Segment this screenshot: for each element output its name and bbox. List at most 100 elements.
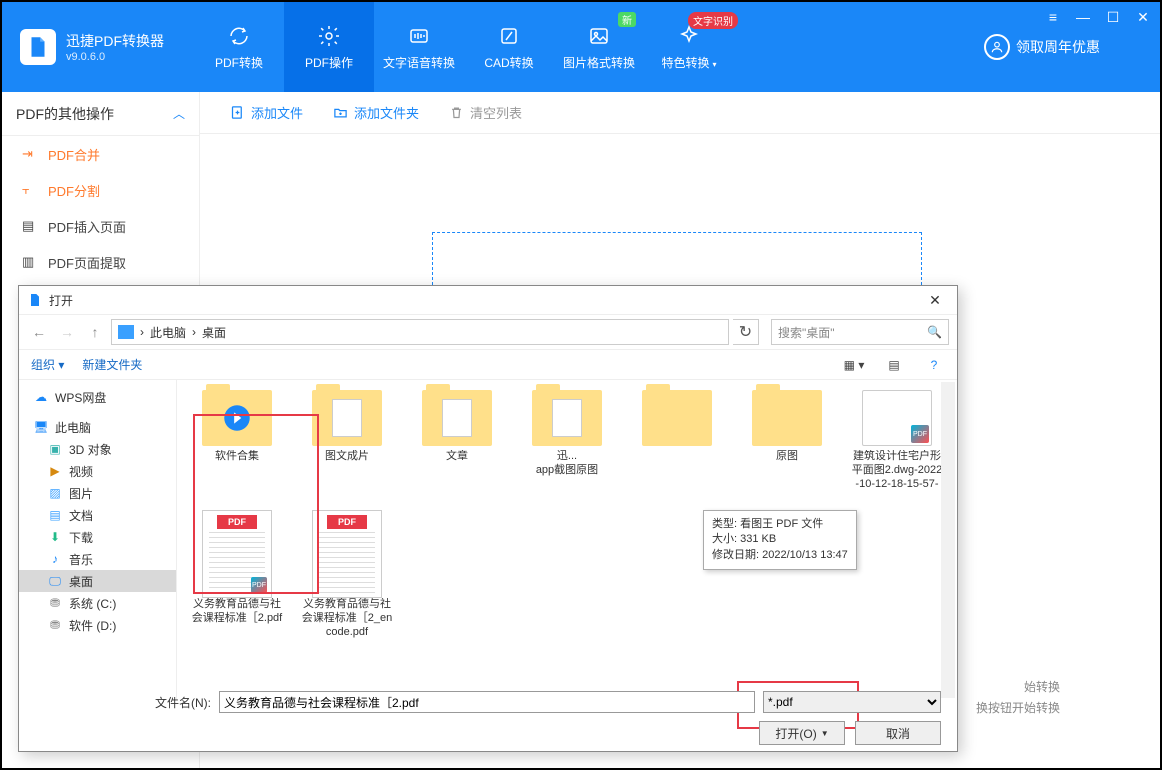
path-box[interactable]: ›此电脑›桌面 (111, 319, 729, 345)
filename-label: 文件名(N): (155, 694, 211, 711)
nav-back-button[interactable]: ← (27, 320, 51, 344)
pc-icon (118, 325, 134, 339)
tree-wps[interactable]: ☁WPS网盘 (19, 386, 176, 408)
file-item[interactable]: PDF建筑设计住宅户形平面图2.dwg-2022-10-12-18-15-57-… (847, 386, 947, 496)
insert-icon: ▤ (22, 218, 38, 234)
sidebar-item-split[interactable]: ⫟PDF分割 (2, 172, 199, 208)
cad-icon (497, 24, 521, 48)
split-icon: ⫟ (22, 182, 38, 198)
cube-icon: ▣ (47, 442, 63, 456)
nav-up-button[interactable]: ↑ (83, 320, 107, 344)
audio-icon (407, 24, 431, 48)
pc-icon: 🖥 (33, 420, 49, 434)
open-button[interactable]: 打开(O) ▼ (759, 721, 845, 745)
sidebar-item-insert[interactable]: ▤PDF插入页面 (2, 208, 199, 244)
file-icon: PDF (862, 390, 932, 446)
pdf-icon: PDFPDF (202, 510, 272, 598)
file-item-selected[interactable]: PDFPDF 义务教育品德与社会课程标准［2.pdf (187, 506, 287, 643)
add-folder-button[interactable]: 添加文件夹 (333, 103, 419, 122)
tab-pdf-convert[interactable]: PDF转换 (194, 2, 284, 92)
dialog-close-button[interactable]: ✕ (921, 286, 949, 314)
folder-item[interactable]: 软件合集 (187, 386, 287, 496)
tree-dl[interactable]: ⬇下载 (19, 526, 176, 548)
extract-icon: ▥ (22, 254, 38, 270)
main-tabs: PDF转换 PDF操作 文字语音转换 CAD转换 新 图片格式转换 文字识别 特… (194, 2, 734, 92)
refresh-button[interactable]: ↻ (733, 319, 759, 345)
folder-icon (532, 390, 602, 446)
folder-icon (752, 390, 822, 446)
add-file-button[interactable]: 添加文件 (230, 103, 303, 122)
tree-video[interactable]: ▶视频 (19, 460, 176, 482)
file-open-dialog: 打开 ✕ ← → ↑ ›此电脑›桌面 ↻ 搜索"桌面" 🔍 组织 ▾ 新建文件夹… (18, 285, 958, 752)
badge-new: 新 (618, 12, 636, 27)
folder-tree: ☁WPS网盘 🖥此电脑 ▣3D 对象 ▶视频 ▨图片 ▤文档 ⬇下载 ♪音乐 🖵… (19, 380, 177, 700)
badge-ocr: 文字识别 (688, 12, 738, 29)
video-icon: ▶ (47, 464, 63, 478)
app-logo (20, 29, 56, 65)
file-toolbar: 添加文件 添加文件夹 清空列表 (200, 92, 1160, 134)
tree-pic[interactable]: ▨图片 (19, 482, 176, 504)
folder-item[interactable]: 图文成片 (297, 386, 397, 496)
search-input[interactable]: 搜索"桌面" 🔍 (771, 319, 949, 345)
close-icon[interactable]: ✕ (1134, 8, 1152, 26)
view-list-button[interactable]: ▤ (883, 354, 905, 376)
file-item[interactable]: PDF 义务教育品德与社会课程标准［2_encode.pdf (297, 506, 397, 643)
tab-pdf-operate[interactable]: PDF操作 (284, 2, 374, 92)
picture-icon: ▨ (47, 486, 63, 500)
menu-icon[interactable]: ≡ (1044, 8, 1062, 26)
sidebar-header[interactable]: PDF的其他操作 ︿ (2, 92, 199, 136)
cancel-button[interactable]: 取消 (855, 721, 941, 745)
folder-item[interactable]: 文章 (407, 386, 507, 496)
folder-item[interactable]: 迅...app截图原图 (517, 386, 617, 496)
app-small-icon (27, 292, 43, 308)
tab-image[interactable]: 新 图片格式转换 (554, 2, 644, 92)
scrollbar[interactable] (941, 382, 955, 698)
document-icon: ▤ (47, 508, 63, 522)
tree-thispc[interactable]: 🖥此电脑 (19, 416, 176, 438)
sidebar-item-extract[interactable]: ▥PDF页面提取 (2, 244, 199, 280)
file-filter-select[interactable]: *.pdf (763, 691, 941, 713)
folder-item[interactable]: 原图 (737, 386, 837, 496)
download-icon: ⬇ (47, 530, 63, 544)
user-icon (984, 34, 1010, 60)
filename-input[interactable] (219, 691, 755, 713)
tab-tts[interactable]: 文字语音转换 (374, 2, 464, 92)
minimize-icon[interactable]: — (1074, 8, 1092, 26)
sidebar-item-merge[interactable]: ⇥PDF合并 (2, 136, 199, 172)
window-controls: ≡ — ☐ ✕ (1044, 8, 1152, 26)
hint-text: 始转换 换按钮开始转换 (976, 677, 1060, 718)
disk-icon: ⛃ (47, 596, 63, 610)
gear-icon (317, 24, 341, 48)
folder-icon (642, 390, 712, 446)
help-button[interactable]: ? (923, 354, 945, 376)
new-folder-button[interactable]: 新建文件夹 (82, 356, 142, 373)
maximize-icon[interactable]: ☐ (1104, 8, 1122, 26)
dialog-title: 打开 (49, 292, 73, 309)
nav-forward-button[interactable]: → (55, 320, 79, 344)
tab-special[interactable]: 文字识别 特色转换▾ (644, 2, 734, 92)
pdf-icon: PDF (312, 510, 382, 598)
folder-icon (312, 390, 382, 446)
clear-list-button[interactable]: 清空列表 (449, 103, 522, 122)
folder-item[interactable] (627, 386, 727, 496)
image-icon (587, 24, 611, 48)
tab-cad[interactable]: CAD转换 (464, 2, 554, 92)
chevron-up-icon: ︿ (173, 105, 185, 122)
tree-c-drive[interactable]: ⛃系统 (C:) (19, 592, 176, 614)
search-icon: 🔍 (927, 325, 942, 339)
desktop-icon: 🖵 (47, 574, 63, 588)
tree-doc[interactable]: ▤文档 (19, 504, 176, 526)
anniversary-link[interactable]: 领取周年优惠 (984, 34, 1100, 60)
disk-icon: ⛃ (47, 618, 63, 632)
tree-music[interactable]: ♪音乐 (19, 548, 176, 570)
convert-icon (227, 24, 251, 48)
dropzone[interactable] (432, 232, 922, 290)
merge-icon: ⇥ (22, 146, 38, 162)
file-list: 软件合集 图文成片 文章 迅...app截图原图 原图 PDF建筑设计住宅户形平… (177, 380, 957, 700)
view-icons-button[interactable]: ▦ ▾ (843, 354, 865, 376)
chevron-down-icon: ▾ (713, 60, 717, 69)
tree-d-drive[interactable]: ⛃软件 (D:) (19, 614, 176, 636)
tree-3d[interactable]: ▣3D 对象 (19, 438, 176, 460)
organize-menu[interactable]: 组织 ▾ (31, 356, 64, 373)
tree-desktop[interactable]: 🖵桌面 (19, 570, 176, 592)
